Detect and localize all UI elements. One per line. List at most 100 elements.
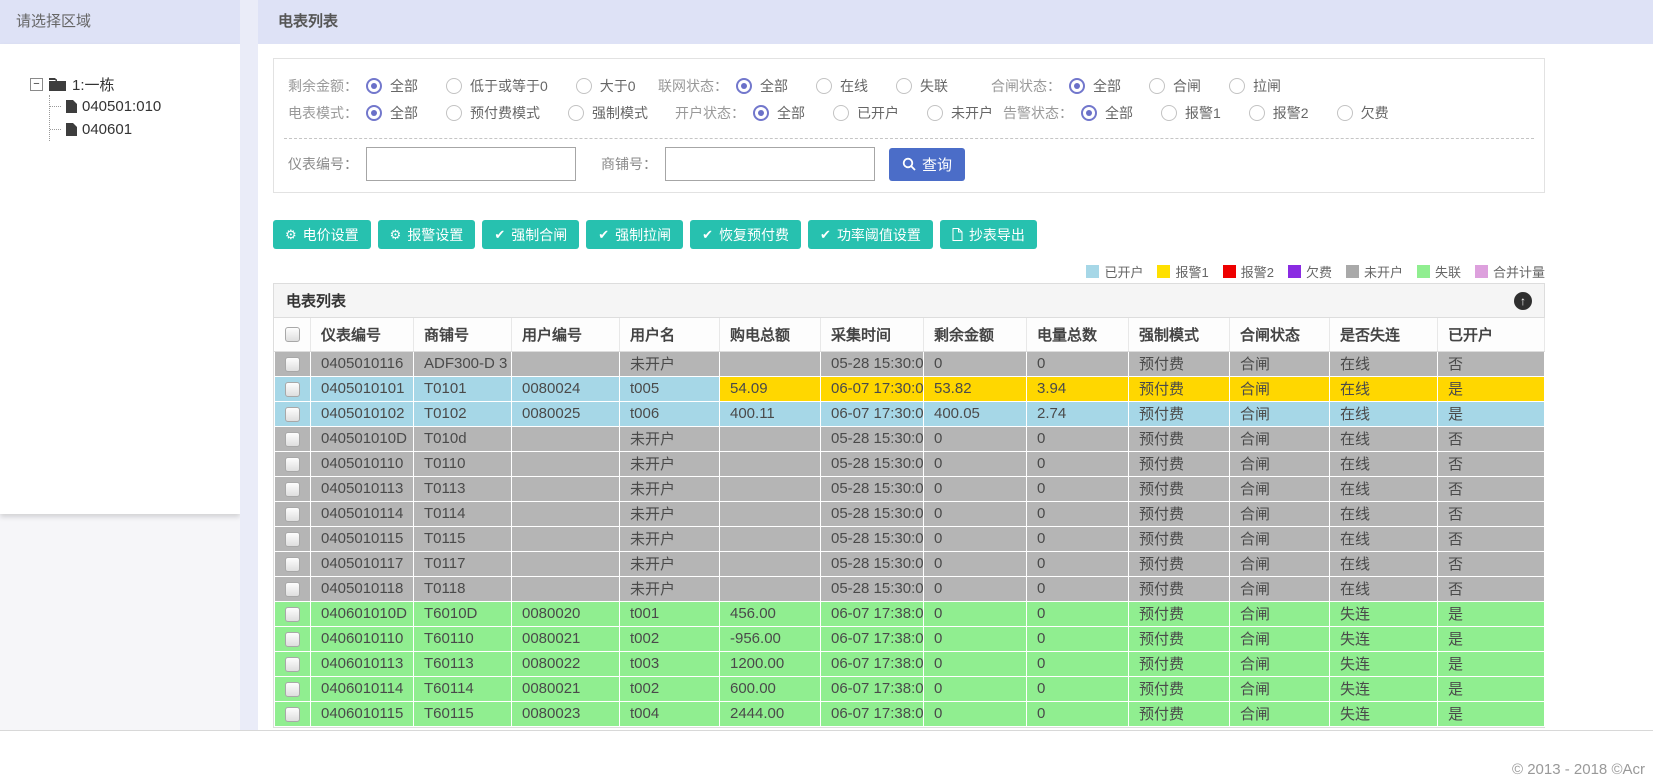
row-checkbox[interactable] bbox=[285, 631, 300, 647]
table-cell: 预付费 bbox=[1128, 700, 1230, 727]
table-cell: 0405010116 bbox=[310, 350, 414, 377]
table-cell: T0113 bbox=[413, 475, 512, 502]
radio-option-label: 全部 bbox=[390, 105, 418, 121]
table-cell: 0080020 bbox=[511, 600, 620, 627]
query-button-label: 查询 bbox=[921, 156, 952, 174]
legend-swatch bbox=[1222, 265, 1236, 278]
radio-option[interactable]: 报警1 bbox=[1161, 103, 1221, 123]
radio-icon bbox=[1248, 105, 1265, 121]
radio-icon bbox=[446, 78, 462, 94]
row-checkbox[interactable] bbox=[285, 406, 300, 422]
table-cell: 05-28 15:30:00 bbox=[820, 350, 924, 377]
table-panel-header: 电表列表 ↑ bbox=[274, 284, 1544, 318]
table-cell: 0080023 bbox=[511, 700, 620, 727]
radio-option[interactable]: 欠费 bbox=[1336, 103, 1389, 123]
meter-export-button[interactable]: 抄表导出 bbox=[939, 220, 1037, 249]
table-cell: 0 bbox=[1026, 600, 1129, 627]
table-cell: 否 bbox=[1437, 450, 1545, 477]
radio-option[interactable]: 低于或等于0 bbox=[446, 76, 548, 96]
table-cell: 06-07 17:38:00 bbox=[820, 675, 924, 702]
tree-node-building[interactable]: − 1:一栋 bbox=[30, 74, 240, 95]
radio-option-label: 大于0 bbox=[599, 78, 636, 94]
row-checkbox[interactable] bbox=[285, 506, 300, 522]
radio-option[interactable]: 全部 bbox=[1081, 103, 1133, 123]
radio-option[interactable]: 已开户 bbox=[833, 103, 899, 123]
table-cell: 合闸 bbox=[1229, 575, 1330, 602]
table-cell: 预付费 bbox=[1128, 425, 1230, 452]
shop-no-input[interactable] bbox=[665, 147, 875, 181]
collapse-icon[interactable]: − bbox=[30, 78, 43, 91]
table-cell: 0405010113 bbox=[310, 475, 414, 502]
radio-option[interactable]: 强制模式 bbox=[568, 103, 648, 123]
search-icon bbox=[902, 157, 916, 171]
force-close-button[interactable]: ✔ 强制合闸 bbox=[482, 220, 580, 249]
row-checkbox[interactable] bbox=[285, 356, 300, 372]
radio-option[interactable]: 失联 bbox=[896, 76, 948, 96]
search-row: 仪表编号： 商铺号： 查询 bbox=[288, 146, 965, 182]
table-header-row: 仪表编号 商铺号 用户编号 用户名 购电总额 采集时间 剩余金额 电量总数 强制模式 合闸状态 是否… bbox=[274, 318, 1545, 352]
row-checkbox[interactable] bbox=[285, 556, 300, 572]
radio-option[interactable]: 全部 bbox=[1069, 76, 1121, 96]
tree-node-meter[interactable]: 040501:010 bbox=[50, 95, 240, 118]
radio-option[interactable]: 合闸 bbox=[1149, 76, 1201, 96]
alarm-settings-button[interactable]: ⚙ 报警设置 bbox=[377, 220, 476, 249]
table-cell: 合闸 bbox=[1229, 525, 1330, 552]
row-checkbox[interactable] bbox=[285, 481, 300, 497]
legend-label: 未开户 bbox=[1363, 265, 1403, 280]
table-row: 040501010D T010d 未开户 05-28 15:30:00 0 0 预付费 合闸在… bbox=[274, 425, 1545, 452]
radio-option[interactable]: 未开户 bbox=[927, 103, 993, 123]
table-cell: 0 bbox=[1026, 650, 1129, 677]
row-checkbox[interactable] bbox=[285, 581, 300, 597]
query-button[interactable]: 查询 bbox=[889, 147, 965, 181]
up-arrow-icon[interactable]: ↑ bbox=[1514, 291, 1532, 310]
radio-option[interactable]: 在线 bbox=[816, 76, 868, 96]
radio-selected-icon bbox=[736, 78, 752, 94]
table-row: 0406010114 T60114 0080021 t002 600.00 06-07 1… bbox=[274, 675, 1545, 702]
filter-group-label: 联网状态： bbox=[658, 78, 728, 94]
table-cell: 预付费 bbox=[1128, 600, 1230, 627]
row-checkbox[interactable] bbox=[285, 606, 300, 622]
force-trip-button[interactable]: ✔ 强制拉闸 bbox=[586, 220, 684, 249]
radio-option[interactable]: 预付费模式 bbox=[446, 103, 540, 123]
row-checkbox[interactable] bbox=[285, 456, 300, 472]
select-all-checkbox[interactable] bbox=[284, 327, 300, 343]
row-checkbox[interactable] bbox=[285, 381, 300, 397]
table-cell: 06-07 17:38:00 bbox=[820, 700, 924, 727]
table-cell: 0 bbox=[923, 500, 1027, 527]
power-threshold-button[interactable]: ✔ 功率阈值设置 bbox=[808, 220, 933, 249]
radio-option[interactable]: 全部 bbox=[366, 76, 418, 96]
radio-option-label: 报警2 bbox=[1272, 105, 1309, 121]
restore-prepaid-button[interactable]: ✔ 恢复预付费 bbox=[690, 220, 802, 249]
table-cell: 05-28 15:30:00 bbox=[820, 550, 924, 577]
table-cell: 合闸 bbox=[1229, 700, 1330, 727]
tree-leaf-label: 040501:010 bbox=[82, 98, 162, 115]
action-toolbar: ⚙ 电价设置 ⚙ 报警设置 ✔ 强制合闸 ✔ 强制拉闸 ✔ 恢复预付费 ✔ 功率阈值设置 抄表导出 bbox=[273, 220, 1037, 249]
filter-row-1: 剩余金额： 全部 低于或等于0 大于0 联网状态： 全部 在线 失联 合闸状态： 全部 合闸 拉闸 bbox=[274, 73, 1544, 99]
row-checkbox[interactable] bbox=[285, 706, 300, 722]
tree-node-meter[interactable]: 040601 bbox=[50, 118, 240, 141]
radio-option[interactable]: 全部 bbox=[366, 103, 418, 123]
table-cell: 在线 bbox=[1329, 525, 1438, 552]
tree-leaf-label: 040601 bbox=[82, 121, 133, 138]
column-header: 是否失连 bbox=[1329, 318, 1438, 352]
radio-option[interactable]: 报警2 bbox=[1248, 103, 1309, 123]
meter-no-input[interactable] bbox=[366, 147, 576, 181]
radio-option[interactable]: 全部 bbox=[753, 103, 805, 123]
radio-option[interactable]: 拉闸 bbox=[1229, 76, 1281, 96]
row-checkbox[interactable] bbox=[285, 431, 300, 447]
table-cell: 在线 bbox=[1329, 575, 1438, 602]
price-settings-button[interactable]: ⚙ 电价设置 bbox=[273, 220, 371, 249]
row-checkbox[interactable] bbox=[285, 531, 300, 547]
row-checkbox[interactable] bbox=[285, 656, 300, 672]
radio-option[interactable]: 大于0 bbox=[575, 76, 636, 96]
table-body: 0405010116 ADF300-D 3 未开户 05-28 15:30:00 0 0 预… bbox=[274, 350, 1545, 727]
table-cell: 0 bbox=[923, 575, 1027, 602]
table-cell: 600.00 bbox=[719, 675, 821, 702]
row-checkbox[interactable] bbox=[285, 681, 300, 697]
dashed-separator bbox=[284, 138, 1534, 139]
radio-option[interactable]: 全部 bbox=[736, 76, 788, 96]
table-cell: 否 bbox=[1437, 500, 1545, 527]
table-cell: ADF300-D 3 bbox=[413, 350, 512, 377]
table-cell: 0406010113 bbox=[310, 650, 414, 677]
table-cell: 未开户 bbox=[619, 525, 720, 552]
